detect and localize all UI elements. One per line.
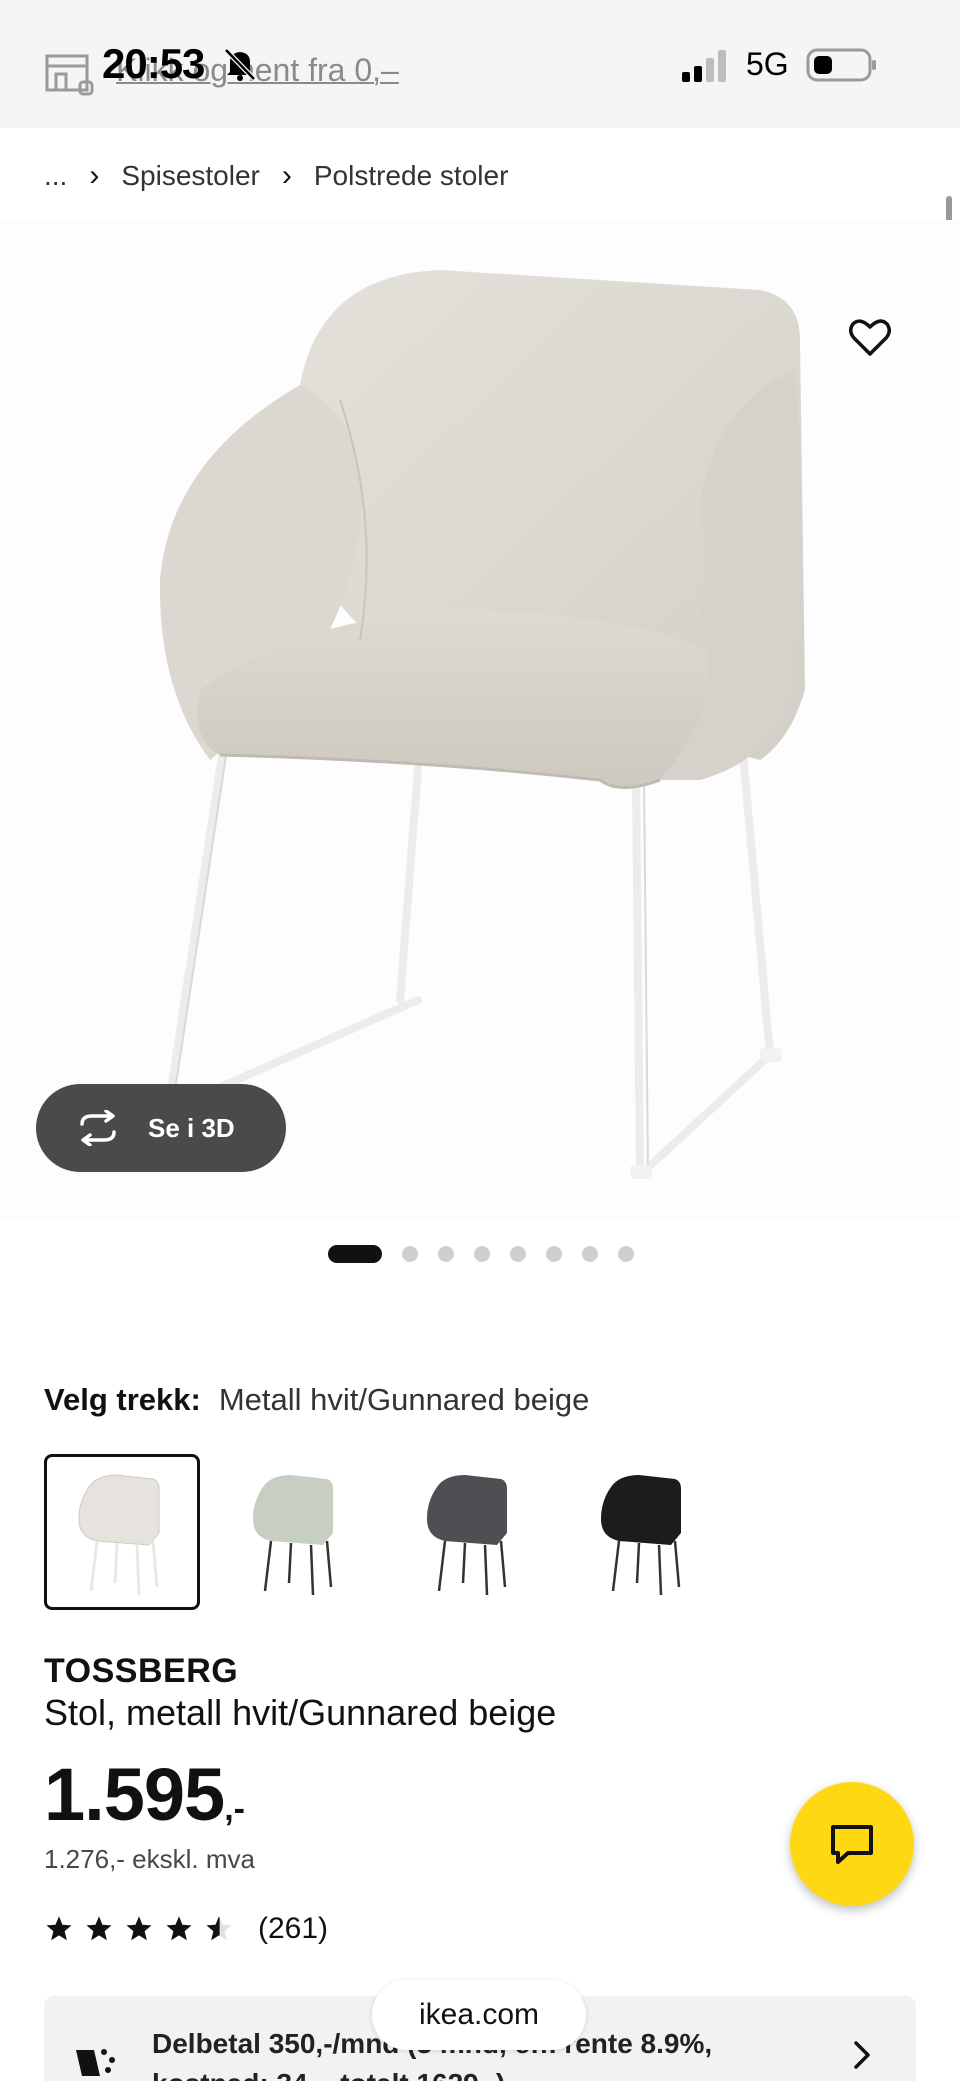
carousel-dot-7[interactable] [582, 1246, 598, 1262]
status-clock: 20:53 [102, 40, 205, 87]
product-name: TOSSBERG [44, 1652, 239, 1690]
fabric-label: Velg trekk: [44, 1382, 201, 1417]
star-full-icon [126, 1916, 152, 1941]
fabric-selected-value: Metall hvit/Gunnared beige [218, 1382, 590, 1417]
breadcrumb-separator: › [89, 159, 100, 192]
carousel-dot-1[interactable] [328, 1245, 382, 1263]
breadcrumb-ellipsis[interactable]: ... [44, 160, 67, 192]
rotate-3d-icon [80, 1110, 116, 1146]
installment-icon [76, 2049, 115, 2076]
breadcrumb: ... › Spisestoler › Polstrede stoler [44, 156, 508, 196]
product-description: Stol, metall hvit/Gunnared beige [44, 1692, 557, 1733]
network-type: 5G [746, 46, 789, 82]
carousel-dot-5[interactable] [510, 1246, 526, 1262]
star-full-icon [86, 1916, 112, 1941]
browser-url-bar[interactable]: ikea.com [372, 1980, 586, 2050]
url-domain: ikea.com [418, 1998, 540, 2031]
swatch-green[interactable] [218, 1454, 374, 1610]
image-carousel-dots [328, 1244, 654, 1264]
status-bar: Klikk og hent fra 0,– 20:53 5G [0, 0, 960, 128]
breadcrumb-dining-chairs[interactable]: Spisestoler [121, 160, 260, 192]
price-main: 1.595 [44, 1753, 225, 1836]
breadcrumb-upholstered-chairs[interactable]: Polstrede stoler [314, 160, 509, 192]
chair-thumb [601, 1475, 681, 1596]
signal-icon [682, 50, 726, 82]
heart-icon[interactable] [846, 314, 894, 362]
chair-thumb [253, 1475, 333, 1596]
rating[interactable]: (261) [44, 1912, 328, 1946]
carousel-dot-6[interactable] [546, 1246, 562, 1262]
price-suffix: ,- [224, 1790, 245, 1828]
view-in-3d-button[interactable]: Se i 3D [36, 1084, 286, 1172]
chair-image [159, 270, 805, 1179]
chat-icon [831, 1825, 873, 1864]
bell-off-icon [224, 48, 256, 81]
product-price: 1.595,- [44, 1752, 245, 1837]
chair-thumb [78, 1474, 160, 1596]
store-icon [45, 54, 94, 96]
star-half-icon [206, 1916, 232, 1941]
star-full-icon [166, 1916, 192, 1941]
chat-button[interactable] [790, 1782, 914, 1906]
chevron-right-icon [854, 2041, 870, 2069]
price-ex-vat: 1.276,- ekskl. mva [44, 1844, 255, 1874]
carousel-dot-4[interactable] [474, 1246, 490, 1262]
carousel-dot-8[interactable] [618, 1246, 634, 1262]
swatch-beige[interactable] [44, 1454, 200, 1610]
chair-thumb [427, 1475, 507, 1596]
installment-line-2: kostnad: 34,-, totalt 1629,-) [152, 2068, 505, 2081]
fabric-selector-heading: Velg trekk: Metall hvit/Gunnared beige [44, 1382, 589, 1418]
carousel-dot-2[interactable] [402, 1246, 418, 1262]
breadcrumb-separator: › [281, 159, 292, 192]
swatch-black[interactable] [566, 1454, 722, 1610]
star-full-icon [46, 1916, 72, 1941]
carousel-dot-3[interactable] [438, 1246, 454, 1262]
review-count: (261) [258, 1912, 329, 1945]
battery-icon [806, 48, 876, 82]
swatch-dark-grey[interactable] [392, 1454, 548, 1610]
view-in-3d-label: Se i 3D [148, 1112, 235, 1143]
product-image[interactable] [0, 220, 960, 1220]
fabric-swatches [44, 1454, 740, 1610]
